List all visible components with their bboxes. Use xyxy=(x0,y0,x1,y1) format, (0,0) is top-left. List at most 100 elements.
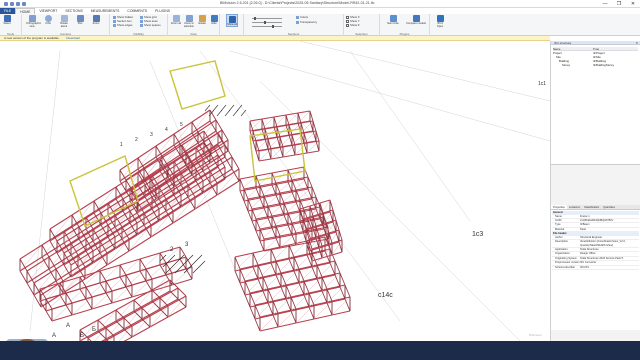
zoom-selection-label: Zoom to selection xyxy=(183,22,195,28)
slider-thumb[interactable] xyxy=(272,25,274,28)
tree-row[interactable]: Storey IfcBuildingStorey xyxy=(553,63,638,67)
column-type[interactable]: Type xyxy=(593,47,599,50)
zoom-selection-icon xyxy=(185,15,193,22)
checkbox[interactable] xyxy=(346,23,349,27)
undo-icon[interactable] xyxy=(22,1,26,6)
frame-member xyxy=(287,169,293,181)
close-button[interactable]: ✕ xyxy=(626,0,640,8)
frame-member xyxy=(65,304,73,316)
pan-button[interactable]: Pan xyxy=(74,14,86,25)
transparency-item[interactable]: Transparency xyxy=(296,20,317,24)
property-row[interactable]: Description ViewDefinition [CoordinationV… xyxy=(552,240,639,249)
property-row[interactable]: Schema identifier IFC2X3 xyxy=(552,266,639,271)
frame-member xyxy=(244,294,251,308)
ribbon-group-visibility: Show hidden Section box Show edges Show … xyxy=(110,14,168,36)
isolate-button[interactable]: Isolate xyxy=(196,14,208,25)
frame-member xyxy=(311,266,318,280)
label-5: 5 xyxy=(180,122,183,128)
hide-button[interactable]: Hide xyxy=(208,14,220,25)
orthographic-button[interactable]: Orthographic view xyxy=(26,14,41,28)
steel-frames xyxy=(19,104,351,341)
minimize-button[interactable]: — xyxy=(598,0,612,8)
frame-member xyxy=(186,254,194,262)
tab-properties[interactable]: Properties xyxy=(551,205,567,209)
tab-classification[interactable]: Classification xyxy=(582,205,601,209)
tab-quantities[interactable]: Quantities xyxy=(601,205,617,209)
column-name[interactable]: Name xyxy=(553,47,593,50)
frame-member xyxy=(243,188,249,200)
frame-member xyxy=(251,208,257,220)
ribbon: Select Tools Orthographic view Orbit Rot… xyxy=(0,14,640,36)
nav-cube-button[interactable]: Nav Cube xyxy=(384,14,402,25)
maximize-button[interactable]: ❐ xyxy=(612,0,626,8)
frame-member xyxy=(326,302,333,316)
slider-thumb[interactable] xyxy=(254,17,256,20)
frame-member xyxy=(97,309,117,321)
tab-locations[interactable]: Locations xyxy=(567,205,582,209)
frame-member xyxy=(45,310,53,322)
frame-member xyxy=(275,194,281,206)
frame-member xyxy=(285,284,292,298)
show-spaces-item[interactable]: Show spaces xyxy=(140,23,161,27)
ribbon-group-tools: Select Tools xyxy=(0,14,22,36)
section-slider-3[interactable] xyxy=(252,25,282,28)
frame-member xyxy=(295,318,315,324)
zoom-all-button[interactable]: Zoom all xyxy=(170,14,182,25)
3d-viewport[interactable]: 1c3 c14c 1c1 А Б А Б 2 3 1 2 3 4 5 BIMvi… xyxy=(0,41,550,341)
ifc-structure-tree[interactable]: Name Type Project IfcProject Site IfcSite … xyxy=(551,45,640,165)
frame-member xyxy=(123,317,133,327)
colors-item[interactable]: Colors xyxy=(296,15,308,19)
frame-member xyxy=(239,190,245,202)
frame-member xyxy=(275,225,281,237)
ifc4-button[interactable]: IFC4 Open xyxy=(434,14,446,28)
ribbon-group-plugins: Nav Cube Compare models Plugins xyxy=(380,14,430,36)
frame-member xyxy=(59,294,67,306)
zoom-icon xyxy=(92,15,100,22)
frame-member xyxy=(271,227,277,239)
frame-member xyxy=(169,290,179,300)
frame-member xyxy=(283,202,289,214)
frame-member xyxy=(145,280,153,292)
slider-thumb[interactable] xyxy=(264,21,266,24)
frame-member xyxy=(159,264,167,276)
save-icon[interactable] xyxy=(16,1,20,6)
cube-icon xyxy=(389,15,397,22)
frame-member xyxy=(339,272,346,286)
frame-member xyxy=(326,288,333,302)
section-slider-1[interactable] xyxy=(252,17,282,20)
frame-member xyxy=(173,121,193,135)
compare-button[interactable]: Compare models xyxy=(406,14,426,25)
frame-member xyxy=(331,310,351,316)
open-icon[interactable] xyxy=(10,1,14,6)
section-slider-2[interactable] xyxy=(252,21,282,24)
frame-member xyxy=(295,189,301,201)
frame-member xyxy=(267,205,273,217)
select-button[interactable]: Select xyxy=(1,14,13,25)
frame-member xyxy=(99,282,107,294)
frame-member xyxy=(115,309,125,319)
frame-member xyxy=(216,180,240,196)
frame-member xyxy=(133,310,143,320)
show-all-button[interactable]: Show all xyxy=(226,14,238,27)
model-canvas[interactable]: 1c3 c14c 1c1 А Б А Б 2 3 1 2 3 4 5 xyxy=(0,41,550,341)
download-link[interactable]: Download xyxy=(66,36,79,40)
check-z[interactable]: Show Z xyxy=(346,23,359,27)
ifc-label: IFC4 Open xyxy=(436,22,444,28)
frame-member xyxy=(306,254,313,268)
orbit-button[interactable]: Orbit xyxy=(42,14,54,25)
frame-member xyxy=(259,228,265,240)
hide-icon xyxy=(210,15,218,22)
isolate-label: Isolate xyxy=(198,22,206,25)
frame-member xyxy=(231,156,240,170)
zoom-button[interactable]: Zoom xyxy=(90,14,102,25)
rotate-about-button[interactable]: Rotate about xyxy=(58,14,70,28)
zoom-selection-button[interactable]: Zoom to selection xyxy=(183,14,195,28)
frame-member xyxy=(133,289,153,301)
edges-icon xyxy=(113,23,116,27)
frame-member xyxy=(271,215,277,227)
pan-icon xyxy=(76,15,84,22)
properties-grid[interactable]: General Name Frame 1 GUID 2xQlNa0a3FH9jOBQ… xyxy=(551,210,640,330)
label-1c1: 1c1 xyxy=(538,81,546,87)
show-edges-item[interactable]: Show edges xyxy=(113,23,132,27)
frame-member xyxy=(262,290,269,304)
